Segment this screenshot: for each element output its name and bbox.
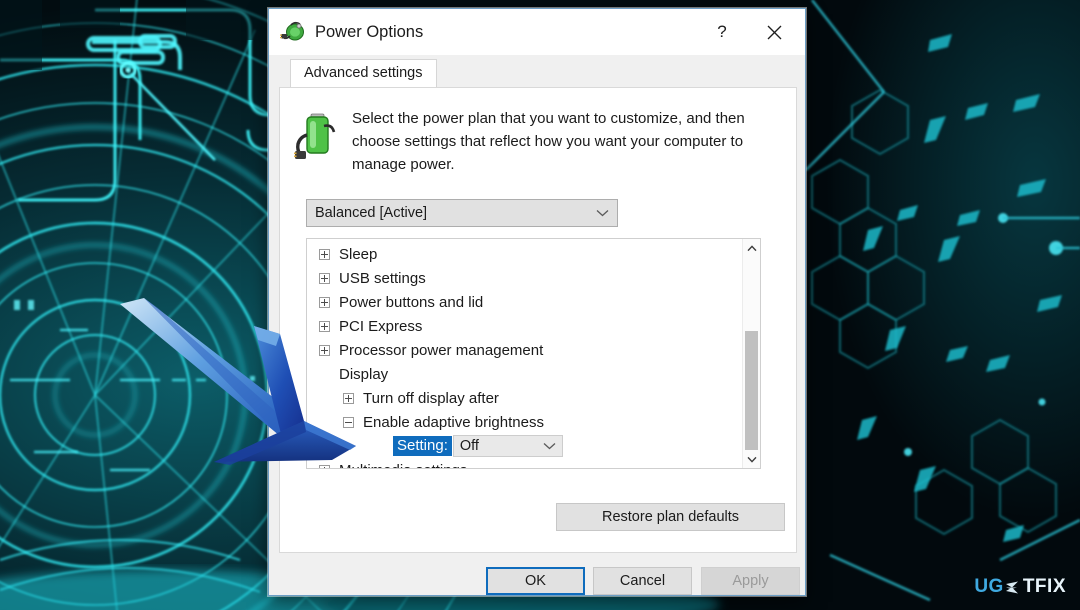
power-plan-select[interactable]: Balanced [Active] bbox=[306, 199, 618, 227]
advanced-settings-panel: Select the power plan that you want to c… bbox=[279, 87, 797, 553]
tab-advanced-settings[interactable]: Advanced settings bbox=[290, 59, 437, 87]
tree-item-pci-express[interactable]: PCI Express bbox=[307, 314, 742, 338]
setting-value-select[interactable]: Off bbox=[452, 435, 563, 457]
chevron-down-icon bbox=[746, 456, 757, 463]
expander-plus-icon[interactable] bbox=[319, 248, 330, 260]
tree-item-display[interactable]: Display bbox=[307, 362, 742, 386]
ugetfix-logo-icon bbox=[1005, 581, 1018, 593]
tree-item-turn-off-display-after[interactable]: Turn off display after bbox=[307, 386, 742, 410]
tree-scrollbar[interactable] bbox=[742, 239, 760, 468]
setting-value: Off bbox=[459, 438, 479, 454]
title-bar: Power Options ? bbox=[269, 9, 805, 55]
expander-plus-icon[interactable] bbox=[319, 320, 330, 332]
expander-plus-icon[interactable] bbox=[319, 344, 330, 356]
tree-item-power-buttons-and-lid[interactable]: Power buttons and lid bbox=[307, 290, 742, 314]
help-button[interactable]: ? bbox=[699, 9, 745, 55]
tree-item-label: Sleep bbox=[339, 245, 378, 263]
tree-item-label: Turn off display after bbox=[363, 389, 499, 407]
expander-plus-icon[interactable] bbox=[319, 272, 330, 284]
tree-item-sleep[interactable]: Sleep bbox=[307, 242, 742, 266]
tree-item-label: USB settings bbox=[339, 269, 426, 287]
tree-item-label: Power buttons and lid bbox=[339, 293, 484, 311]
power-plan-value: Balanced [Active] bbox=[315, 205, 428, 221]
power-plug-battery-icon bbox=[280, 21, 304, 41]
chevron-up-icon bbox=[746, 244, 757, 251]
chevron-down-icon bbox=[596, 210, 609, 217]
settings-tree-list: Sleep USB settings Power buttons and lid… bbox=[307, 239, 742, 468]
watermark-part2: TFIX bbox=[1022, 576, 1066, 597]
ok-button[interactable]: OK bbox=[486, 567, 585, 595]
tree-item-label: Enable adaptive brightness bbox=[363, 413, 544, 431]
expander-minus-icon[interactable] bbox=[343, 416, 354, 428]
settings-tree[interactable]: Sleep USB settings Power buttons and lid… bbox=[306, 238, 761, 469]
intro-text: Select the power plan that you want to c… bbox=[352, 110, 745, 173]
expander-plus-icon[interactable] bbox=[319, 296, 330, 308]
expander-hidden-icon bbox=[319, 369, 330, 380]
scroll-up-button[interactable] bbox=[743, 239, 760, 257]
window-title: Power Options bbox=[315, 22, 424, 41]
tree-item-label: Multimedia settings bbox=[339, 462, 467, 469]
tree-item-multimedia-settings[interactable]: Multimedia settings bbox=[307, 458, 742, 469]
watermark-part1: UG bbox=[974, 576, 1004, 597]
tree-item-processor-power-management[interactable]: Processor power management bbox=[307, 338, 742, 362]
close-button[interactable] bbox=[751, 9, 797, 55]
scroll-down-button[interactable] bbox=[743, 450, 760, 468]
battery-plug-icon bbox=[294, 113, 336, 159]
scrollbar-thumb[interactable] bbox=[745, 331, 758, 466]
tree-item-label: PCI Express bbox=[339, 317, 423, 335]
power-options-dialog: Power Options ? Advanced settings Select… bbox=[268, 8, 806, 596]
watermark: UG TFIX bbox=[974, 576, 1066, 598]
chevron-down-icon bbox=[543, 443, 556, 450]
tree-item-enable-adaptive-brightness[interactable]: Enable adaptive brightness bbox=[307, 410, 742, 434]
apply-button: Apply bbox=[701, 567, 800, 595]
tree-item-label: Display bbox=[339, 365, 389, 383]
restore-plan-defaults-button[interactable]: Restore plan defaults bbox=[556, 503, 785, 531]
intro-block: Select the power plan that you want to c… bbox=[280, 88, 796, 176]
cancel-button[interactable]: Cancel bbox=[593, 567, 692, 595]
setting-label: Setting: bbox=[393, 436, 452, 456]
setting-row: Setting: Off bbox=[307, 434, 742, 458]
close-icon bbox=[767, 25, 781, 39]
tree-item-label: Processor power management bbox=[339, 341, 544, 359]
dialog-footer: OK Cancel Apply bbox=[269, 553, 805, 595]
expander-plus-icon[interactable] bbox=[343, 392, 354, 404]
tree-item-usb-settings[interactable]: USB settings bbox=[307, 266, 742, 290]
tab-strip: Advanced settings bbox=[269, 55, 805, 87]
expander-plus-icon[interactable] bbox=[319, 464, 330, 468]
